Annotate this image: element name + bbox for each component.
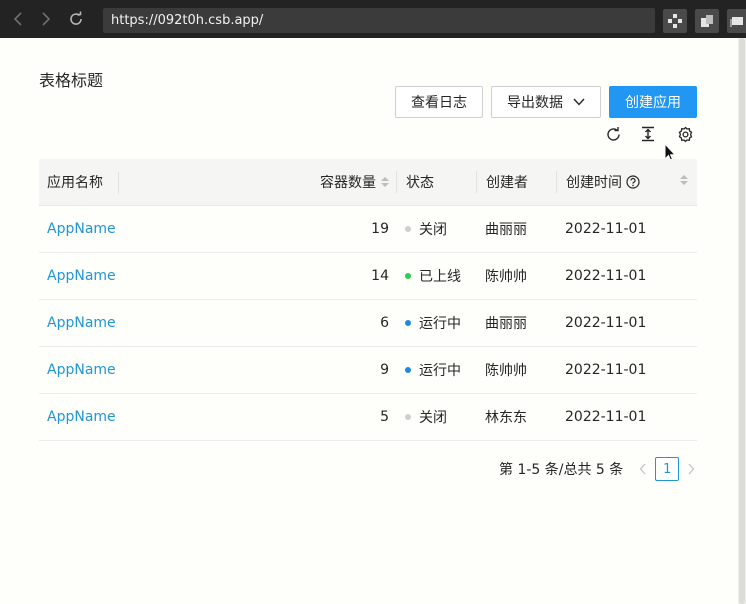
refresh-icon[interactable] xyxy=(603,124,623,144)
question-circle-icon[interactable] xyxy=(626,175,640,189)
status-text: 运行中 xyxy=(419,316,461,332)
window-icon[interactable] xyxy=(695,9,719,33)
export-data-button[interactable]: 导出数据 xyxy=(491,86,601,118)
url-bar[interactable]: https://092t0h.csb.app/ xyxy=(103,8,655,33)
status-dot xyxy=(405,273,411,279)
container-count: 19 xyxy=(371,221,389,237)
column-header-creator: 创建者 xyxy=(476,171,556,193)
status-cell: 关闭 xyxy=(396,407,476,427)
export-data-label: 导出数据 xyxy=(507,95,563,111)
table-header: 应用名称 容器数量 状态 创建者 创建时间 xyxy=(39,159,697,206)
created-time-cell: 2022-11-01 xyxy=(565,362,647,378)
view-log-button[interactable]: 查看日志 xyxy=(395,86,483,118)
column-header-time-label: 创建时间 xyxy=(566,175,622,191)
table-row: AppName 19 关闭 曲丽丽 2022-11-01 xyxy=(39,206,697,253)
table-row: AppName 5 关闭 林东东 2022-11-01 xyxy=(39,394,697,441)
creator-cell: 曲丽丽 xyxy=(485,222,527,238)
creator-cell: 曲丽丽 xyxy=(485,316,527,332)
gear-icon[interactable] xyxy=(675,124,695,144)
status-text: 关闭 xyxy=(419,222,447,238)
creator-cell: 陈帅帅 xyxy=(485,269,527,285)
create-app-button[interactable]: 创建应用 xyxy=(609,86,697,118)
container-count: 5 xyxy=(380,409,389,425)
column-header-count-label: 容器数量 xyxy=(320,175,376,191)
table-row: AppName 9 运行中 陈帅帅 2022-11-01 xyxy=(39,347,697,394)
container-count: 6 xyxy=(380,315,389,331)
status-dot xyxy=(405,320,411,326)
back-icon[interactable] xyxy=(4,0,32,38)
page-content: 表格标题 查看日志 导出数据 创建应用 应用名称 容器数量 状态 创建者 创建时… xyxy=(0,38,738,604)
page-title: 表格标题 xyxy=(39,71,104,90)
status-cell: 运行中 xyxy=(396,360,476,380)
app-name-link[interactable]: AppName xyxy=(39,221,119,237)
scrollbar-thumb[interactable] xyxy=(739,38,745,604)
status-cell: 运行中 xyxy=(396,313,476,333)
status-dot xyxy=(405,226,411,232)
column-header-name: 应用名称 xyxy=(39,172,119,194)
pagination-total: 第 1-5 条/总共 5 条 xyxy=(499,462,624,478)
app-name-link[interactable]: AppName xyxy=(39,362,119,378)
status-cell: 已上线 xyxy=(396,266,476,286)
created-time-cell: 2022-11-01 xyxy=(565,315,647,331)
container-count: 14 xyxy=(371,268,389,284)
chevron-left-icon[interactable] xyxy=(639,463,647,475)
extension-icon[interactable] xyxy=(663,9,687,33)
chevron-right-icon[interactable] xyxy=(687,463,695,475)
apps-table: 应用名称 容器数量 状态 创建者 创建时间 AppName 19 关闭 曲丽丽 … xyxy=(39,159,697,441)
table-row: AppName 14 已上线 陈帅帅 2022-11-01 xyxy=(39,253,697,300)
table-row: AppName 6 运行中 曲丽丽 2022-11-01 xyxy=(39,300,697,347)
reload-icon[interactable] xyxy=(62,0,90,38)
sort-icon[interactable] xyxy=(381,177,389,187)
status-dot xyxy=(405,414,411,420)
column-height-icon[interactable] xyxy=(638,124,658,144)
column-header-count[interactable]: 容器数量 xyxy=(119,172,396,192)
status-dot xyxy=(405,367,411,373)
creator-cell: 陈帅帅 xyxy=(485,363,527,379)
created-time-cell: 2022-11-01 xyxy=(565,221,647,237)
vertical-scrollbar[interactable] xyxy=(738,38,746,604)
created-time-cell: 2022-11-01 xyxy=(565,268,647,284)
pagination: 第 1-5 条/总共 5 条 1 xyxy=(499,457,695,481)
creator-cell: 林东东 xyxy=(485,410,527,426)
status-cell: 关闭 xyxy=(396,219,476,239)
app-name-link[interactable]: AppName xyxy=(39,268,119,284)
status-text: 已上线 xyxy=(419,269,461,285)
app-name-link[interactable]: AppName xyxy=(39,409,119,425)
status-text: 运行中 xyxy=(419,363,461,379)
chevron-down-icon xyxy=(573,98,585,106)
column-header-time[interactable]: 创建时间 xyxy=(556,171,697,193)
column-header-status: 状态 xyxy=(396,171,476,193)
forward-icon[interactable] xyxy=(32,0,60,38)
app-name-link[interactable]: AppName xyxy=(39,315,119,331)
created-time-cell: 2022-11-01 xyxy=(565,409,647,425)
tabs-icon[interactable] xyxy=(727,9,746,33)
status-text: 关闭 xyxy=(419,410,447,426)
container-count: 9 xyxy=(380,362,389,378)
page-number-button[interactable]: 1 xyxy=(655,457,680,481)
sort-icon[interactable] xyxy=(680,175,688,185)
